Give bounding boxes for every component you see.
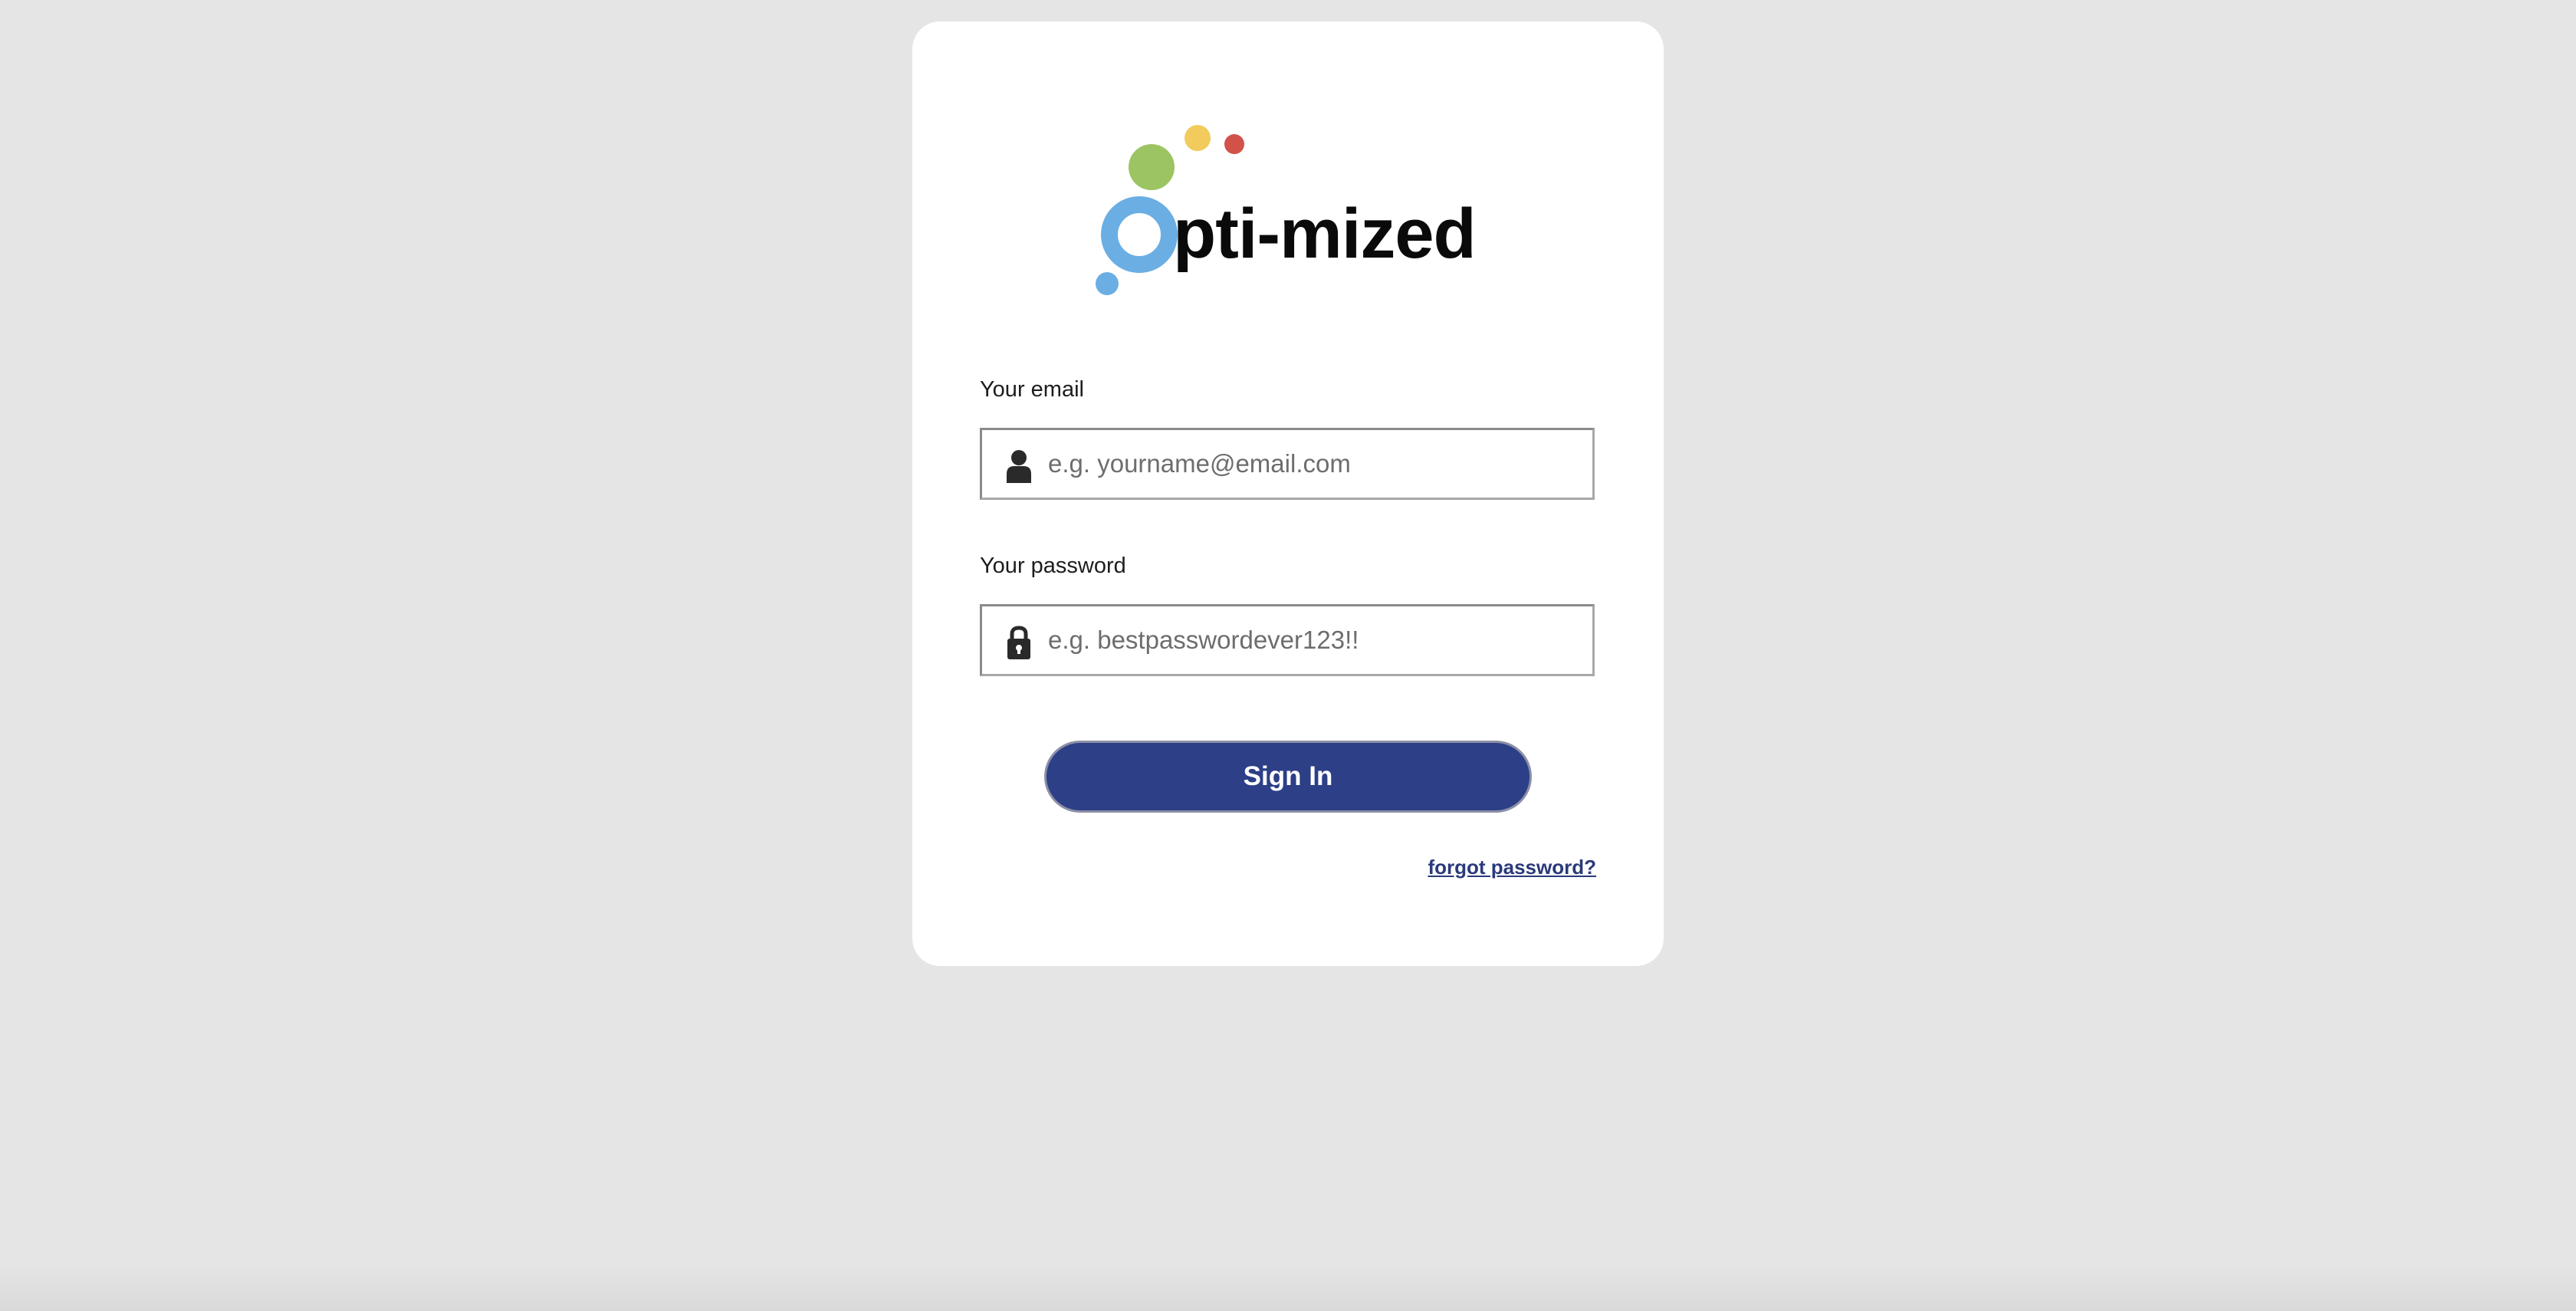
brand-logo: pti-mized — [1089, 115, 1487, 307]
login-page: pti-mized Your email Your password Sign … — [0, 0, 2576, 1311]
password-label: Your password — [980, 554, 1126, 578]
logo-dot-red — [1224, 134, 1244, 154]
logo-dot-yellow — [1184, 125, 1211, 151]
logo-wordmark: pti-mized — [1173, 195, 1476, 273]
lock-icon — [1007, 626, 1030, 659]
logo-dot-green — [1129, 144, 1175, 190]
password-field[interactable] — [1048, 606, 1585, 674]
email-field[interactable] — [1048, 430, 1585, 498]
forgot-password-link[interactable]: forgot password? — [1428, 856, 1596, 879]
user-icon — [1007, 450, 1031, 483]
logo-letter-o — [1101, 196, 1178, 273]
bottom-shadow — [0, 1265, 2576, 1311]
logo-dot-blue-small — [1096, 272, 1119, 295]
password-input-box[interactable] — [980, 604, 1595, 676]
email-input-box[interactable] — [980, 428, 1595, 500]
email-label: Your email — [980, 377, 1084, 402]
sign-in-button[interactable]: Sign In — [1044, 741, 1532, 813]
